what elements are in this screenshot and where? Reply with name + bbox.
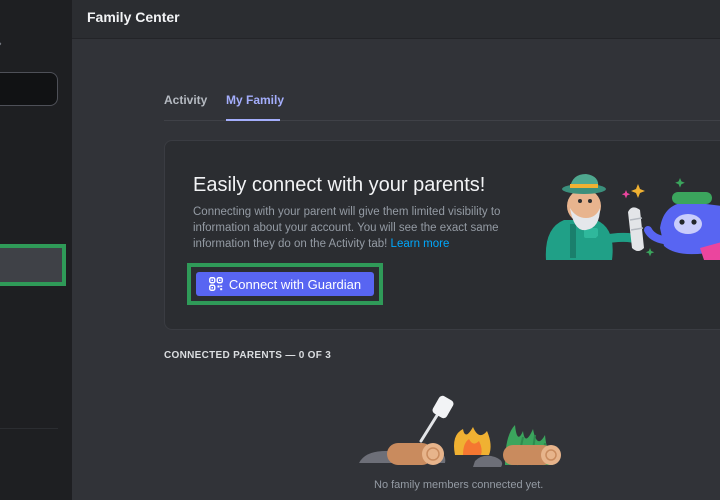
- connect-card-description: Connecting with your parent will give th…: [193, 204, 523, 252]
- parent-child-illustration: [540, 170, 720, 275]
- active-tab-indicator: [226, 119, 280, 121]
- connect-card-description-text: Connecting with your parent will give th…: [193, 206, 501, 250]
- no-family-members-text: No family members connected yet.: [374, 479, 544, 491]
- top-bar: Family Center: [72, 0, 720, 39]
- page-title: Family Center: [87, 9, 180, 25]
- tab-bar: Activity My Family: [164, 90, 720, 121]
- connect-card-headline: Easily connect with your parents!: [193, 174, 486, 196]
- chevron-right-icon: ›: [0, 38, 2, 50]
- tab-my-family[interactable]: My Family: [226, 93, 284, 107]
- tab-activity[interactable]: Activity: [164, 93, 207, 107]
- connect-with-guardian-button[interactable]: Connect with Guardian: [196, 272, 374, 296]
- sidebar-divider: [0, 428, 58, 429]
- sidebar-item-family-center[interactable]: [0, 244, 66, 286]
- connected-parents-label: CONNECTED PARENTS — 0 OF 3: [164, 350, 332, 361]
- connect-with-guardian-label: Connect with Guardian: [228, 276, 362, 292]
- connect-button-highlight: Connect with Guardian: [187, 263, 383, 305]
- learn-more-link[interactable]: Learn more: [391, 238, 450, 250]
- sidebar-search-box[interactable]: [0, 72, 58, 106]
- server-sidebar: ›: [0, 0, 72, 500]
- campfire-illustration: [355, 395, 575, 475]
- qr-code-icon: [208, 277, 223, 291]
